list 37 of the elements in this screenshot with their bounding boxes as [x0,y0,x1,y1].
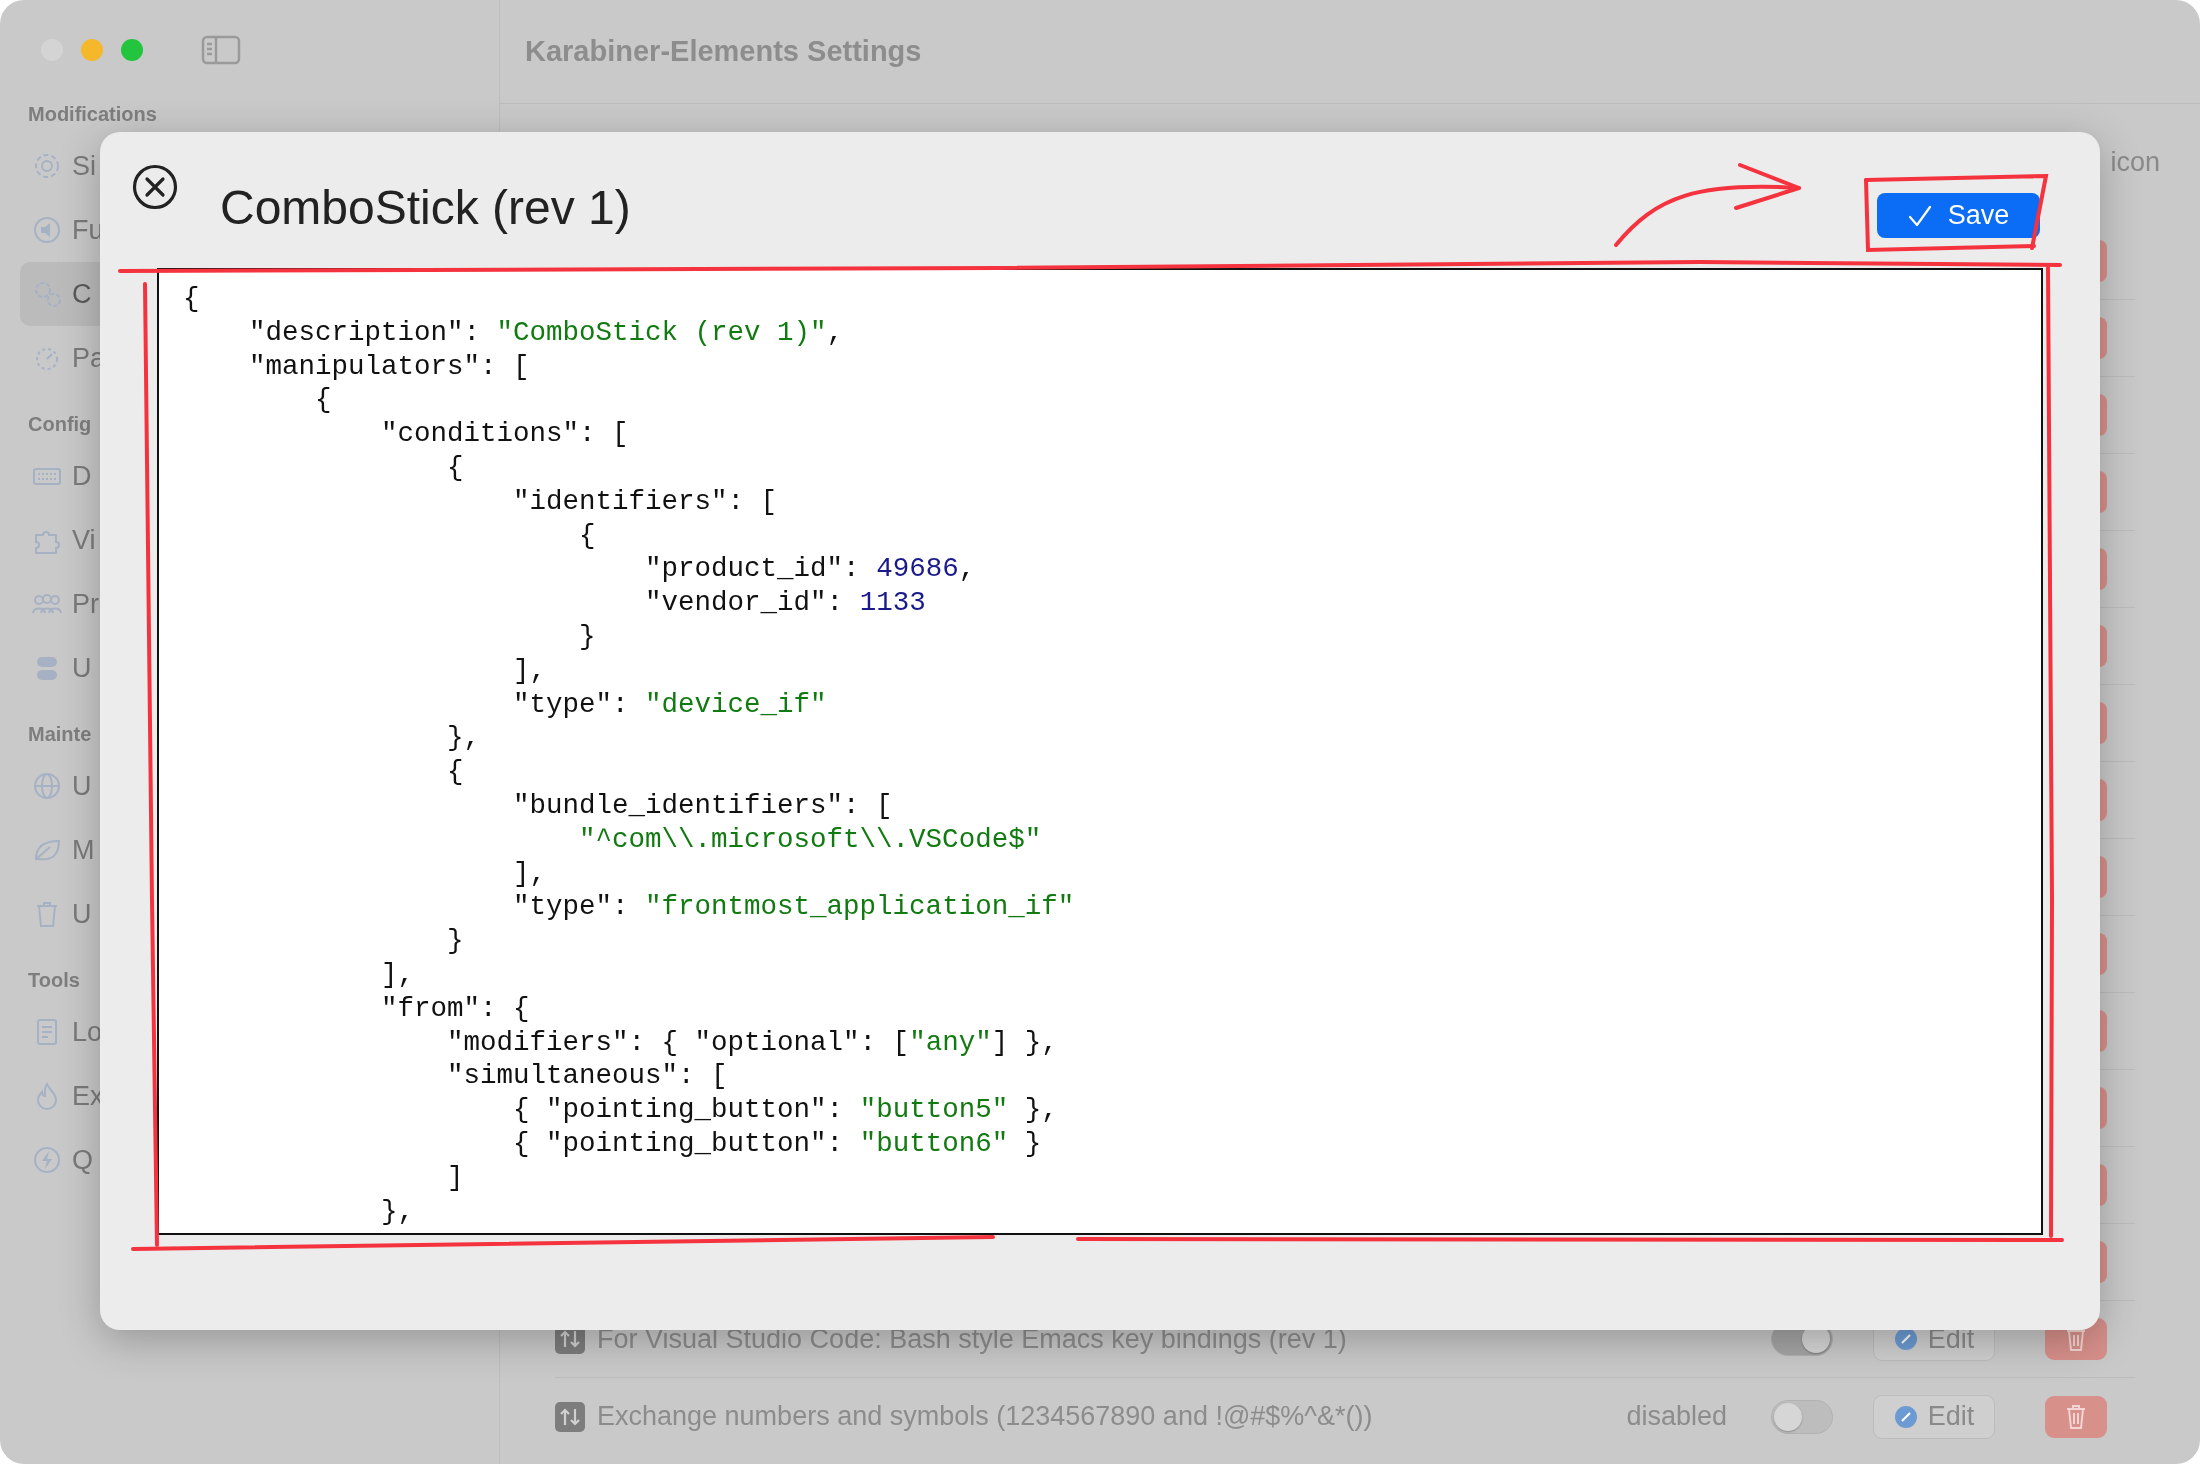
code-line: "identifiers": [ [512,484,778,519]
code-line: { "pointing_button": "button6" } [512,1126,1042,1161]
section-header: Mainte [27,722,93,746]
code-line: "type": "device_if" [512,687,827,722]
code-line: }, [446,721,481,756]
code-line: ], [380,957,415,992]
code-line: "from": { [380,991,530,1026]
code-line: "bundle_identifiers": [ [512,788,893,823]
code-line: { [446,451,464,485]
code-line: ], [512,653,547,688]
code-line: { [183,282,200,316]
dialog-title: ComboStick (rev 1) [220,180,631,236]
code-line: { "pointing_button": "button5" }, [512,1093,1058,1127]
code-line: { [314,383,332,418]
code-line: ] [446,1160,464,1195]
code-line: "manipulators": [ [248,349,530,384]
window-title: Karabiner-Elements Settings [525,33,922,69]
code-line: "modifiers": { "optional": ["any"] }, [446,1025,1058,1060]
section-header: Config [27,412,93,436]
code-line: "vendor_id": 1133 [644,586,926,620]
code-line: "type": "frontmost_application_if" [512,890,1075,925]
code-line: "conditions": [ [380,417,629,451]
code-line: } [446,924,464,958]
code-line: { [578,518,596,553]
code-line: ], [512,856,547,891]
status-label: disabled [1626,1400,1727,1434]
code-line: "description": "ComboStick (rev 1)", [248,315,844,350]
code-line: "^com\\.microsoft\\.VSCode$" [578,822,1042,857]
rule-name: Exchange numbers and symbols (1234567890 and !@#$%^&*()) [597,1400,1373,1434]
section-header: Tools [27,968,81,992]
code-line: { [446,755,464,789]
code-line: } [578,619,596,654]
code-line: "product_id": 49686, [644,552,976,587]
section-header: Modifications [27,102,158,126]
code-line: }, [380,1194,415,1229]
column-header: icon [2110,146,2160,179]
code-line: "simultaneous": [ [446,1059,728,1094]
